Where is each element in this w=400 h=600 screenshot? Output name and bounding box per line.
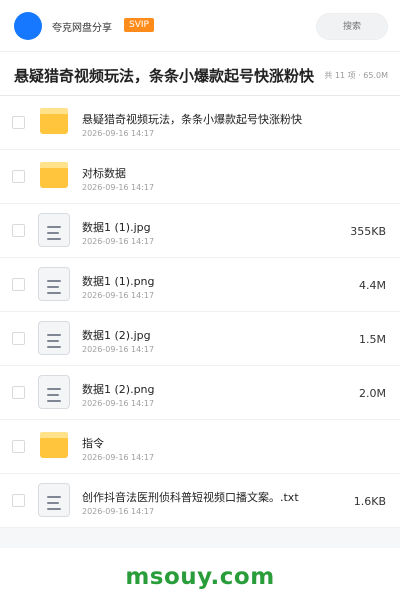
folder-icon [40,108,68,134]
list-item[interactable]: 数据1 (1).png 2026-09-16 14:17 4.4M [0,258,400,312]
file-date: 2026-09-16 14:17 [82,507,155,516]
watermark-text: msouy.com [125,564,275,590]
page-title: 悬疑猎奇视频玩法，条条小爆款起号快涨粉快 [14,67,315,85]
folder-icon [40,432,68,458]
file-size: 1.6KB [353,495,386,508]
folder-icon [40,162,68,188]
file-size: 2.0M [359,387,386,400]
file-icon [38,321,70,355]
list-item[interactable]: 悬疑猎奇视频玩法，条条小爆款起号快涨粉快 2026-09-16 14:17 [0,96,400,150]
file-date: 2026-09-16 14:17 [82,183,155,192]
file-icon [38,483,70,517]
file-size: 4.4M [359,279,386,292]
file-date: 2026-09-16 14:17 [82,345,155,354]
file-size: 1.5M [359,333,386,346]
avatar[interactable] [14,12,42,40]
row-checkbox[interactable] [12,494,25,507]
file-icon [38,375,70,409]
list-item[interactable]: 数据1 (2).jpg 2026-09-16 14:17 1.5M [0,312,400,366]
row-checkbox[interactable] [12,386,25,399]
file-icon [38,267,70,301]
list-item[interactable]: 数据1 (1).jpg 2026-09-16 14:17 355KB [0,204,400,258]
file-icon [38,213,70,247]
row-checkbox[interactable] [12,278,25,291]
row-checkbox[interactable] [12,332,25,345]
file-date: 2026-09-16 14:17 [82,399,155,408]
list-item[interactable]: 指令 2026-09-16 14:17 [0,420,400,474]
file-name: 数据1 (2).jpg [82,329,151,342]
svip-badge: SVIP [124,18,154,32]
file-date: 2026-09-16 14:17 [82,291,155,300]
file-name: 对标数据 [82,167,126,180]
file-date: 2026-09-16 14:17 [82,129,155,138]
list-item[interactable]: 创作抖音法医刑侦科普短视频口播文案。.txt 2026-09-16 14:17 1.… [0,474,400,528]
file-date: 2026-09-16 14:17 [82,453,155,462]
row-checkbox[interactable] [12,224,25,237]
share-name: 夸克网盘分享 [52,23,112,34]
folder-title-bar: 悬疑猎奇视频玩法，条条小爆款起号快涨粉快 共 11 项 · 65.0M [0,52,400,96]
file-name: 数据1 (1).png [82,275,155,288]
file-name: 数据1 (1).jpg [82,221,151,234]
file-name: 悬疑猎奇视频玩法，条条小爆款起号快涨粉快 [82,113,302,126]
file-name: 数据1 (2).png [82,383,155,396]
top-bar: 夸克网盘分享 SVIP [0,0,400,52]
row-checkbox[interactable] [12,116,25,129]
list-item[interactable]: 数据1 (2).png 2026-09-16 14:17 2.0M [0,366,400,420]
file-date: 2026-09-16 14:17 [82,237,155,246]
folder-meta: 共 11 项 · 65.0M [324,71,388,80]
file-list: 悬疑猎奇视频玩法，条条小爆款起号快涨粉快 2026-09-16 14:17 对标数据… [0,96,400,528]
file-name: 指令 [82,437,104,450]
watermark: msouy.com [0,548,400,600]
list-item[interactable]: 对标数据 2026-09-16 14:17 [0,150,400,204]
file-name: 创作抖音法医刑侦科普短视频口播文案。.txt [82,491,299,504]
row-checkbox[interactable] [12,440,25,453]
file-size: 355KB [350,225,386,238]
search-input[interactable] [316,13,388,40]
row-checkbox[interactable] [12,170,25,183]
